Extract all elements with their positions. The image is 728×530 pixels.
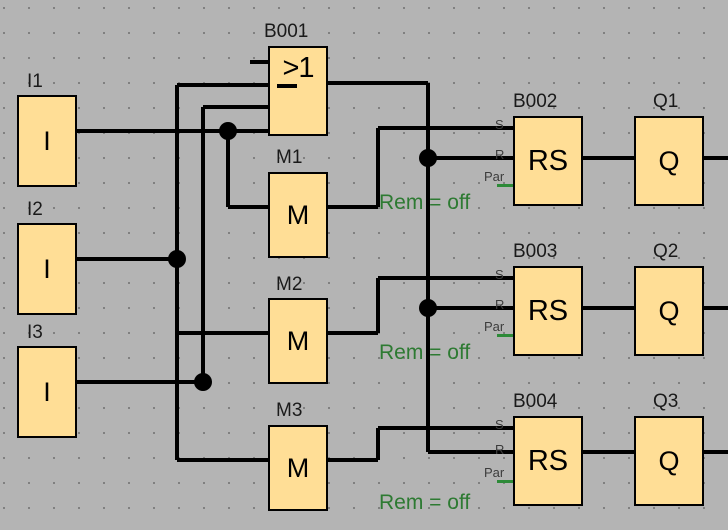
marker-block-m3[interactable]: M xyxy=(268,425,328,511)
rem-text-b003: Rem = off xyxy=(379,341,471,364)
wire-layer xyxy=(77,60,728,462)
input-label-i2: I2 xyxy=(27,199,43,220)
input-label-i1: I1 xyxy=(27,71,43,92)
input-block-i2[interactable]: I xyxy=(17,223,77,315)
marker-label-m3: M3 xyxy=(276,400,303,421)
output-label-q2: Q2 xyxy=(653,241,679,262)
marker-symbol-m1: M xyxy=(286,199,310,230)
gate-block-b001[interactable]: >1 xyxy=(268,46,328,136)
junction-dot-b002-r xyxy=(419,149,437,167)
marker-block-m2[interactable]: M xyxy=(268,298,328,384)
marker-symbol-m3: M xyxy=(286,452,310,483)
output-symbol-q2: Q xyxy=(658,295,680,326)
output-block-q2[interactable]: Q xyxy=(634,266,704,356)
latch-symbol-b004: RS xyxy=(527,444,569,477)
latch-pin-par-b002: Par xyxy=(484,169,505,184)
latch-pin-r-b004: R xyxy=(495,442,505,457)
junction-dot-i3 xyxy=(194,373,212,391)
latch-block-b003[interactable]: RS xyxy=(513,266,583,356)
latch-label-b003: B003 xyxy=(513,241,558,262)
output-block-q1[interactable]: Q xyxy=(634,116,704,206)
junction-dot-i1 xyxy=(219,122,237,140)
output-symbol-q1: Q xyxy=(658,145,680,176)
input-block-i1[interactable]: I xyxy=(17,95,77,187)
rem-text-b004: Rem = off xyxy=(379,491,471,514)
marker-label-m2: M2 xyxy=(276,274,303,295)
latch-symbol-b002: RS xyxy=(527,144,569,177)
marker-block-m1[interactable]: M xyxy=(268,172,328,258)
latch-block-b004[interactable]: RS xyxy=(513,416,583,506)
latch-pin-par-b004: Par xyxy=(484,465,505,480)
marker-label-m1: M1 xyxy=(276,147,303,168)
latch-label-b004: B004 xyxy=(513,391,558,412)
junction-dot-b003-r xyxy=(419,299,437,317)
gate-label-b001: B001 xyxy=(264,21,309,42)
input-label-i3: I3 xyxy=(27,322,43,343)
latch-pin-s-b004: S xyxy=(495,417,504,432)
output-label-q3: Q3 xyxy=(653,391,679,412)
latch-label-b002: B002 xyxy=(513,91,558,112)
latch-symbol-b003: RS xyxy=(527,294,569,327)
fbd-canvas[interactable]: I1 I I2 I I3 I B001 >1 M1 M M2 M M3 M B0… xyxy=(0,0,728,530)
junction-dot-i2 xyxy=(168,250,186,268)
latch-pin-s-b002: S xyxy=(495,117,504,132)
output-block-q3[interactable]: Q xyxy=(634,416,704,506)
latch-pin-s-b003: S xyxy=(495,267,504,282)
latch-pin-r-b003: R xyxy=(495,297,505,312)
input-block-i3[interactable]: I xyxy=(17,346,77,438)
or-underline xyxy=(277,84,297,88)
input-symbol-i2: I xyxy=(43,253,51,284)
latch-pin-r-b002: R xyxy=(495,147,505,162)
marker-symbol-m2: M xyxy=(286,325,310,356)
latch-block-b002[interactable]: RS xyxy=(513,116,583,206)
rem-text-b002: Rem = off xyxy=(379,191,471,214)
input-symbol-i1: I xyxy=(43,125,51,156)
gate-symbol-b001: >1 xyxy=(282,52,314,84)
output-symbol-q3: Q xyxy=(658,445,680,476)
output-label-q1: Q1 xyxy=(653,91,679,112)
latch-pin-par-b003: Par xyxy=(484,319,505,334)
input-symbol-i3: I xyxy=(43,376,51,407)
